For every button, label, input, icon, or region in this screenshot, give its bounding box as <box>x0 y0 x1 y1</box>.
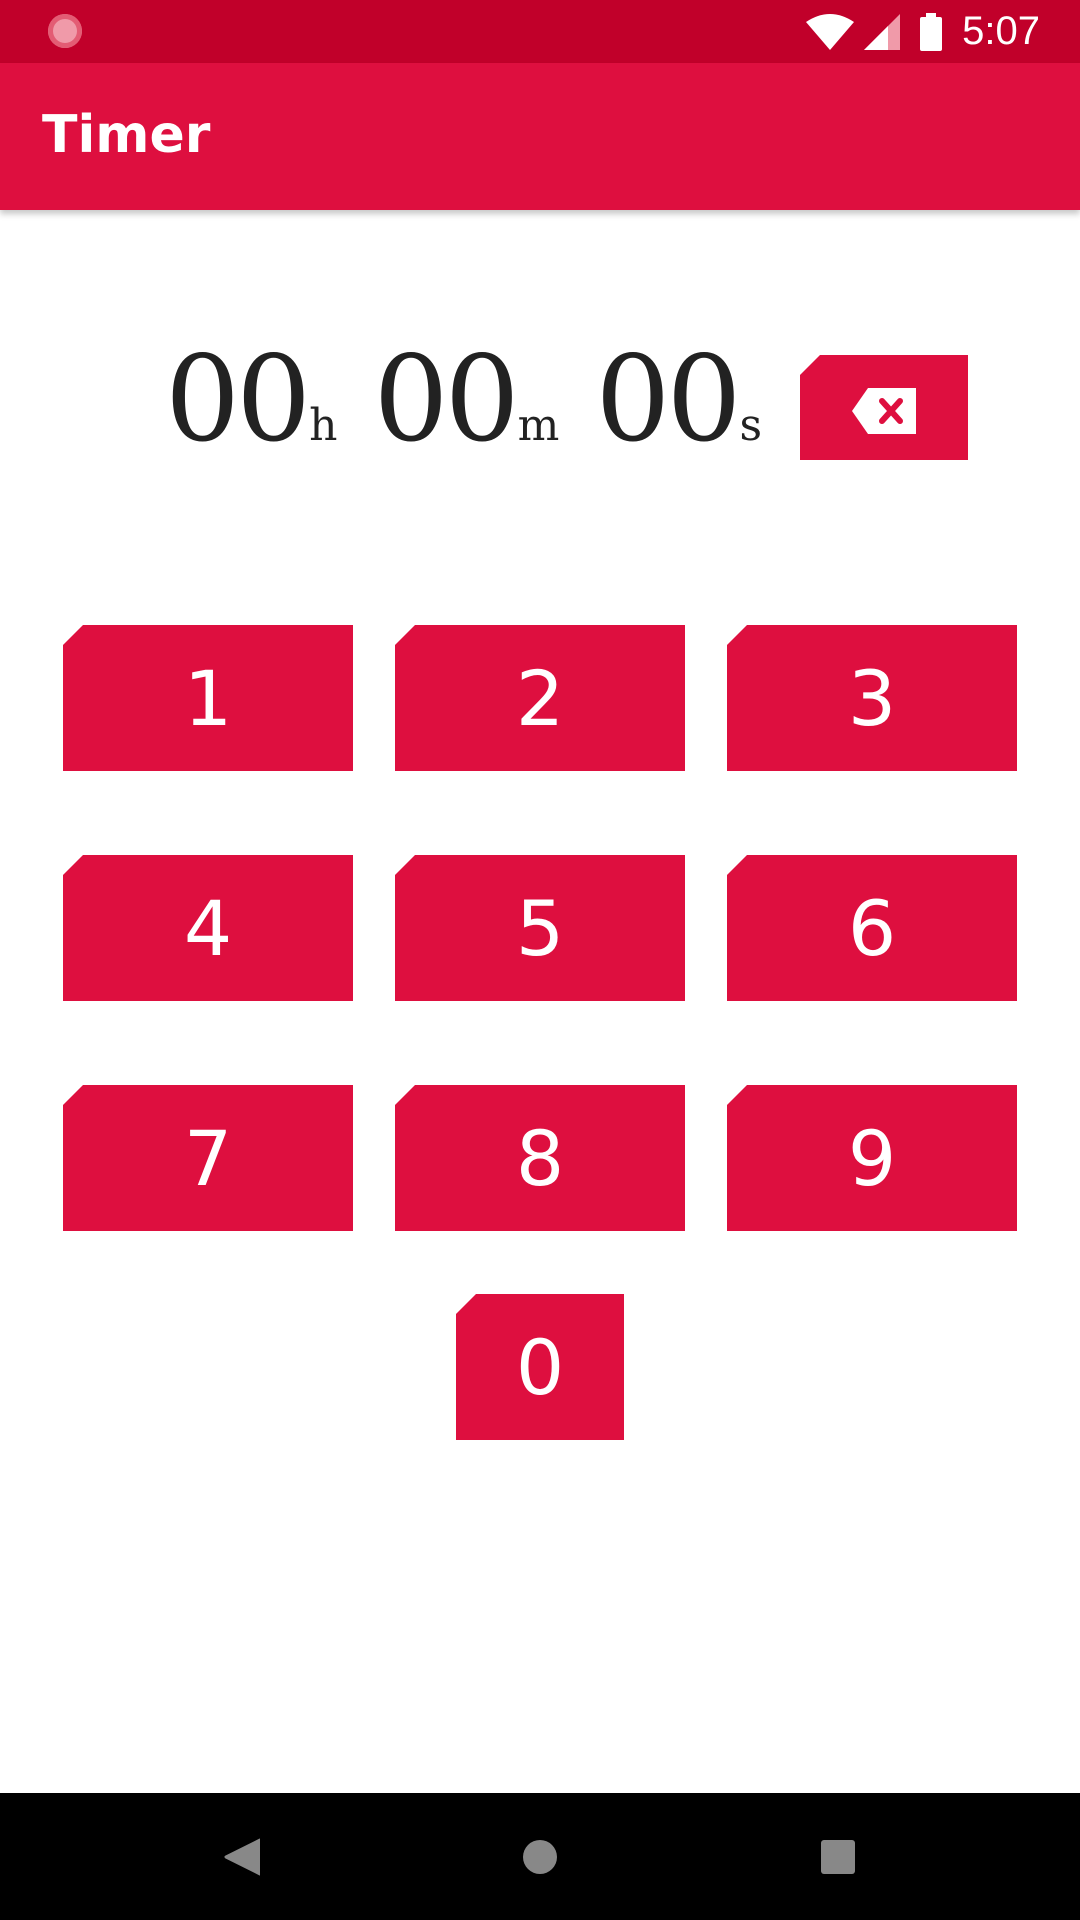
keypad-button-8[interactable]: 8 <box>395 1085 685 1231</box>
keypad-button-1[interactable]: 1 <box>63 625 353 771</box>
recents-icon[interactable] <box>808 1827 868 1887</box>
timer-display: 00 h 00 m 00 s <box>165 340 762 470</box>
wifi-icon <box>806 13 855 50</box>
keypad-label: 9 <box>847 1113 897 1203</box>
keypad-button-6[interactable]: 6 <box>727 855 1017 1001</box>
keypad-button-0[interactable]: 0 <box>456 1294 624 1440</box>
back-icon[interactable] <box>212 1827 272 1887</box>
keypad-label: 0 <box>515 1322 565 1412</box>
home-icon[interactable] <box>510 1827 570 1887</box>
keypad-button-7[interactable]: 7 <box>63 1085 353 1231</box>
keypad-label: 5 <box>515 883 565 973</box>
keypad-label: 8 <box>515 1113 565 1203</box>
seconds-value: 00 <box>595 330 741 468</box>
battery-icon <box>920 12 943 51</box>
minutes-unit: m <box>517 400 560 451</box>
hours-unit: h <box>309 400 338 451</box>
status-icons: 5:07 <box>806 0 1040 63</box>
status-bar: 5:07 <box>0 0 1080 63</box>
keypad-label: 2 <box>515 653 565 743</box>
hours-value: 00 <box>165 330 311 468</box>
backspace-icon <box>852 363 916 452</box>
app-bar: Timer <box>0 63 1080 210</box>
status-time: 5:07 <box>962 9 1040 53</box>
keypad-label: 6 <box>847 883 897 973</box>
keypad-button-3[interactable]: 3 <box>727 625 1017 771</box>
navigation-bar <box>0 1793 1080 1920</box>
keypad-label: 7 <box>183 1113 233 1203</box>
keypad-label: 4 <box>183 883 233 973</box>
signal-icon <box>864 13 901 50</box>
seconds-unit: s <box>739 400 763 451</box>
backspace-button[interactable] <box>800 355 968 460</box>
keypad-button-9[interactable]: 9 <box>727 1085 1017 1231</box>
keypad-label: 1 <box>183 653 233 743</box>
keypad-label: 3 <box>847 653 897 743</box>
keypad-button-5[interactable]: 5 <box>395 855 685 1001</box>
app-title: Timer <box>42 105 211 165</box>
loading-spinner-icon <box>48 14 82 48</box>
keypad-button-2[interactable]: 2 <box>395 625 685 771</box>
minutes-value: 00 <box>373 330 520 468</box>
keypad-button-4[interactable]: 4 <box>63 855 353 1001</box>
